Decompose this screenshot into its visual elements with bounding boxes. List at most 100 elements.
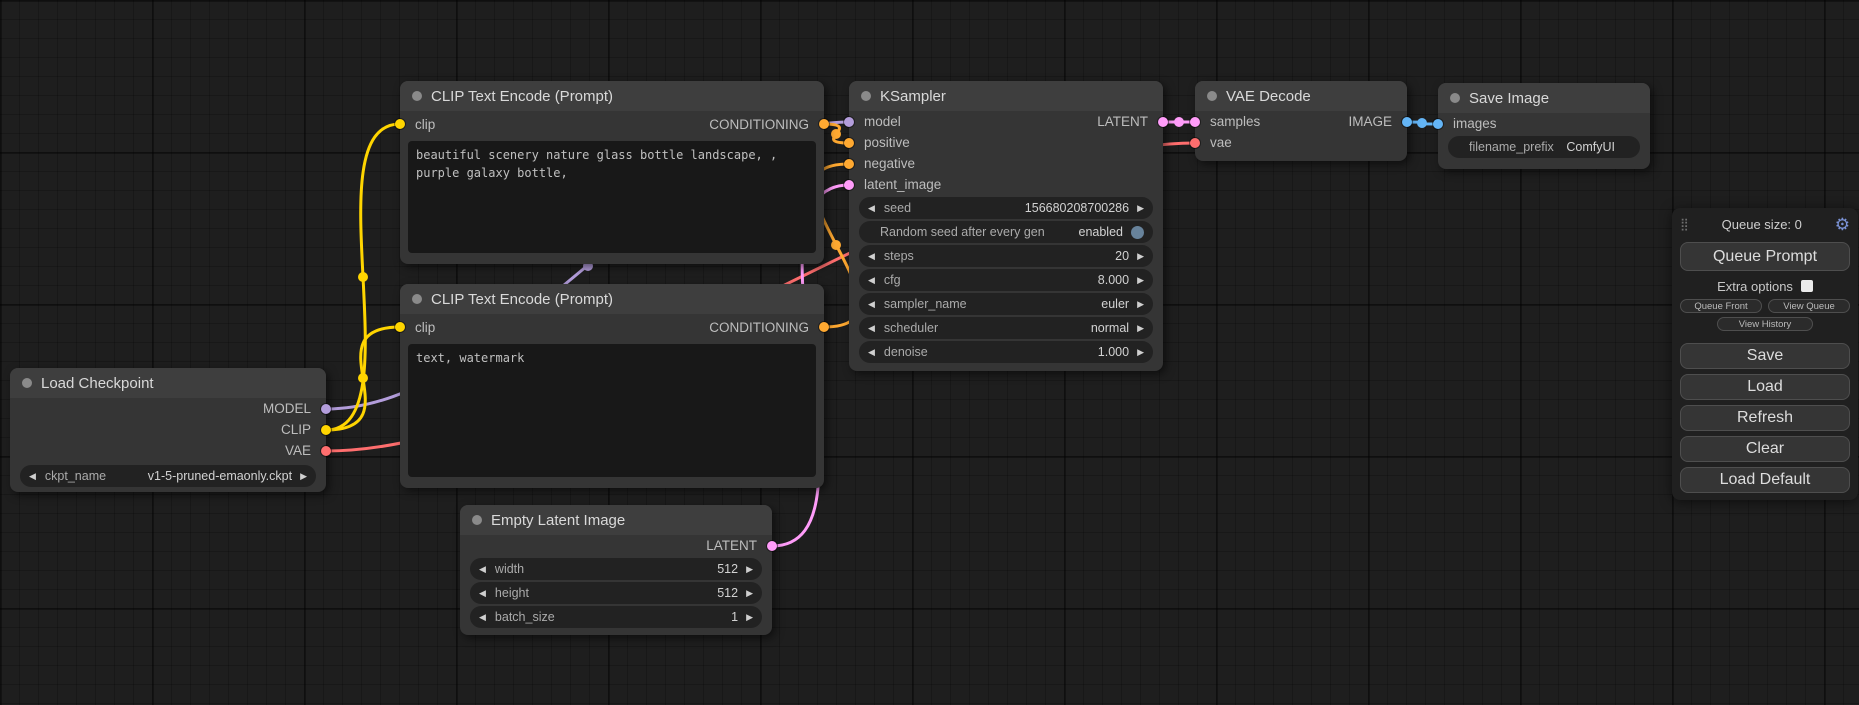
collapse-toggle-icon[interactable] — [412, 91, 422, 101]
node-title-bar[interactable]: CLIP Text Encode (Prompt) — [400, 284, 824, 314]
next-value-icon[interactable]: ▶ — [1137, 276, 1144, 285]
node-title-bar[interactable]: KSampler — [849, 81, 1163, 111]
drag-handle-icon[interactable]: ⣿ — [1680, 217, 1689, 231]
collapse-toggle-icon[interactable] — [472, 515, 482, 525]
prev-value-icon[interactable]: ◀ — [479, 565, 486, 574]
next-value-icon[interactable]: ▶ — [1137, 300, 1144, 309]
conditioning-output-dot[interactable] — [819, 119, 829, 129]
samples-input-dot[interactable] — [1190, 117, 1200, 127]
queue-front-button[interactable]: Queue Front — [1680, 299, 1762, 313]
view-queue-button[interactable]: View Queue — [1768, 299, 1850, 313]
clip-output-dot[interactable] — [321, 425, 331, 435]
slot-row: clip CONDITIONING — [400, 314, 824, 340]
collapse-toggle-icon[interactable] — [1450, 93, 1460, 103]
next-value-icon[interactable]: ▶ — [1137, 252, 1144, 261]
link-dot — [1417, 118, 1427, 128]
clip-input-dot[interactable] — [395, 322, 405, 332]
queue-size-label: Queue size: 0 — [1689, 217, 1835, 232]
vae-input-dot[interactable] — [1190, 138, 1200, 148]
slot-row: model LATENT — [849, 111, 1163, 132]
seed-widget[interactable]: ◀ seed 156680208700286 ▶ — [859, 197, 1153, 219]
node-load-checkpoint[interactable]: Load Checkpoint MODEL CLIP VAE ◀ ckpt_na… — [10, 368, 326, 492]
cfg-widget[interactable]: ◀ cfg 8.000 ▶ — [859, 269, 1153, 291]
clear-button[interactable]: Clear — [1680, 436, 1850, 462]
negative-input-dot[interactable] — [844, 159, 854, 169]
node-ksampler[interactable]: KSampler model LATENT positive negative … — [849, 81, 1163, 371]
save-button[interactable]: Save — [1680, 343, 1850, 369]
batch-size-widget[interactable]: ◀ batch_size 1 ▶ — [470, 606, 762, 628]
images-input-dot[interactable] — [1433, 119, 1443, 129]
clip-input-dot[interactable] — [395, 119, 405, 129]
output-slot-clip: CLIP — [10, 419, 326, 440]
ckpt-name-widget[interactable]: ◀ ckpt_name v1-5-pruned-emaonly.ckpt ▶ — [20, 465, 316, 487]
steps-widget[interactable]: ◀ steps 20 ▶ — [859, 245, 1153, 267]
vae-output-dot[interactable] — [321, 446, 331, 456]
prev-value-icon[interactable]: ◀ — [479, 613, 486, 622]
node-title: KSampler — [880, 88, 946, 105]
collapse-toggle-icon[interactable] — [1207, 91, 1217, 101]
next-value-icon[interactable]: ▶ — [746, 565, 753, 574]
node-title-bar[interactable]: Save Image — [1438, 83, 1650, 113]
collapse-toggle-icon[interactable] — [412, 294, 422, 304]
settings-gear-icon[interactable]: ⚙ — [1835, 216, 1850, 233]
prev-value-icon[interactable]: ◀ — [868, 252, 875, 261]
node-title-bar[interactable]: Load Checkpoint — [10, 368, 326, 398]
latent-output-dot[interactable] — [767, 541, 777, 551]
node-vae-decode[interactable]: VAE Decode samples IMAGE vae — [1195, 81, 1407, 161]
next-value-icon[interactable]: ▶ — [1137, 348, 1144, 357]
node-title: CLIP Text Encode (Prompt) — [431, 291, 613, 308]
next-value-icon[interactable]: ▶ — [746, 613, 753, 622]
width-widget[interactable]: ◀ width 512 ▶ — [470, 558, 762, 580]
next-value-icon[interactable]: ▶ — [1137, 324, 1144, 333]
positive-input-dot[interactable] — [844, 138, 854, 148]
scheduler-widget[interactable]: ◀ scheduler normal ▶ — [859, 317, 1153, 339]
node-clip-text-encode-negative[interactable]: CLIP Text Encode (Prompt) clip CONDITION… — [400, 284, 824, 488]
node-title-bar[interactable]: CLIP Text Encode (Prompt) — [400, 81, 824, 111]
node-save-image[interactable]: Save Image images filename_prefix ComfyU… — [1438, 83, 1650, 169]
node-title-bar[interactable]: VAE Decode — [1195, 81, 1407, 111]
collapse-toggle-icon[interactable] — [22, 378, 32, 388]
image-output-dot[interactable] — [1402, 117, 1412, 127]
extra-options-checkbox[interactable] — [1801, 280, 1813, 292]
sampler-name-widget[interactable]: ◀ sampler_name euler ▶ — [859, 293, 1153, 315]
height-widget[interactable]: ◀ height 512 ▶ — [470, 582, 762, 604]
filename-prefix-widget[interactable]: filename_prefix ComfyUI — [1448, 136, 1640, 158]
toggle-icon[interactable] — [1131, 226, 1144, 239]
refresh-button[interactable]: Refresh — [1680, 405, 1850, 431]
prev-value-icon[interactable]: ◀ — [868, 300, 875, 309]
slot-row: samples IMAGE — [1195, 111, 1407, 132]
prev-value-icon[interactable]: ◀ — [868, 204, 875, 213]
node-empty-latent-image[interactable]: Empty Latent Image LATENT ◀ width 512 ▶ … — [460, 505, 772, 635]
link-dot — [831, 240, 841, 250]
denoise-widget[interactable]: ◀ denoise 1.000 ▶ — [859, 341, 1153, 363]
prev-value-icon[interactable]: ◀ — [868, 324, 875, 333]
prev-value-icon[interactable]: ◀ — [479, 589, 486, 598]
queue-prompt-button[interactable]: Queue Prompt — [1680, 242, 1850, 271]
next-value-icon[interactable]: ▶ — [300, 472, 307, 481]
link-dot — [1174, 117, 1184, 127]
next-value-icon[interactable]: ▶ — [1137, 204, 1144, 213]
input-slot-positive: positive — [849, 132, 1163, 153]
node-title-bar[interactable]: Empty Latent Image — [460, 505, 772, 535]
random-seed-widget[interactable]: Random seed after every gen enabled — [859, 221, 1153, 243]
load-button[interactable]: Load — [1680, 374, 1850, 400]
input-slot-negative: negative — [849, 153, 1163, 174]
view-history-button[interactable]: View History — [1717, 317, 1813, 331]
prev-value-icon[interactable]: ◀ — [29, 472, 36, 481]
next-value-icon[interactable]: ▶ — [746, 589, 753, 598]
latent-image-input-dot[interactable] — [844, 180, 854, 190]
node-title: VAE Decode — [1226, 88, 1311, 105]
conditioning-output-dot[interactable] — [819, 322, 829, 332]
model-output-dot[interactable] — [321, 404, 331, 414]
load-default-button[interactable]: Load Default — [1680, 467, 1850, 493]
prev-value-icon[interactable]: ◀ — [868, 276, 875, 285]
node-clip-text-encode-positive[interactable]: CLIP Text Encode (Prompt) clip CONDITION… — [400, 81, 824, 264]
collapse-toggle-icon[interactable] — [861, 91, 871, 101]
node-graph-canvas[interactable]: Load Checkpoint MODEL CLIP VAE ◀ ckpt_na… — [0, 0, 1859, 705]
latent-output-dot[interactable] — [1158, 117, 1168, 127]
prev-value-icon[interactable]: ◀ — [868, 348, 875, 357]
model-input-dot[interactable] — [844, 117, 854, 127]
prompt-textarea[interactable]: beautiful scenery nature glass bottle la… — [408, 141, 816, 253]
prompt-textarea[interactable]: text, watermark — [408, 344, 816, 477]
output-slot-vae: VAE — [10, 440, 326, 461]
